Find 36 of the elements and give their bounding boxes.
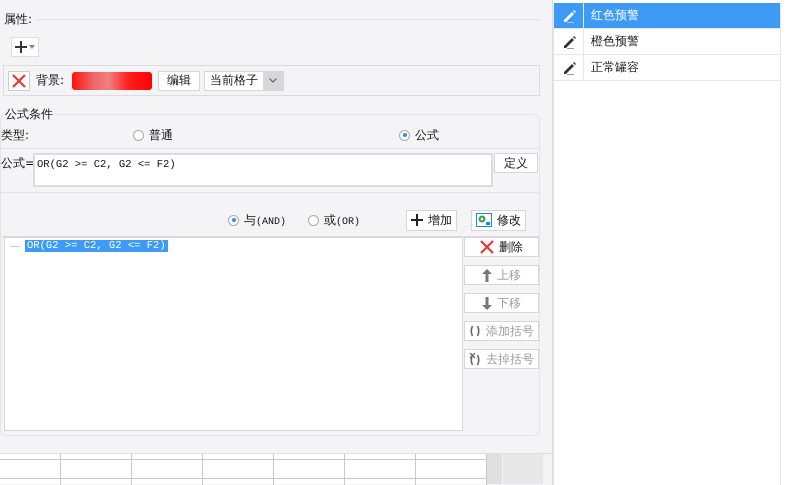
caret-icon — [29, 45, 35, 49]
background-label: 背景: — [36, 72, 64, 89]
chevron-icon — [269, 78, 278, 83]
radio-button[interactable] — [308, 214, 320, 226]
parentheses-icon — [469, 325, 481, 337]
pencil-icon — [562, 8, 576, 22]
modify-button[interactable]: 修改 — [471, 210, 526, 230]
type-label: 类型: — [1, 126, 30, 144]
arrow-down-icon — [482, 296, 492, 310]
radio-button[interactable] — [228, 214, 239, 226]
radio-button[interactable] — [133, 130, 144, 140]
alert-item[interactable]: 橙色预警 — [554, 29, 780, 55]
alert-item[interactable]: 正常罐容 — [554, 55, 780, 81]
plus-icon — [411, 214, 424, 226]
define-button[interactable]: 定义 — [494, 153, 538, 173]
formula-field[interactable]: OR(G2 >= C2, G2 <= F2) — [33, 153, 493, 187]
radio-button[interactable] — [399, 130, 410, 140]
close-icon — [12, 74, 26, 88]
delete-button[interactable]: 删除 — [464, 237, 539, 257]
edit-button[interactable]: 编辑 — [158, 70, 200, 90]
remove-button[interactable] — [8, 70, 30, 90]
radio-label: 公式 — [415, 126, 440, 144]
section-title: 属性: — [3, 10, 34, 28]
pencil-icon — [562, 60, 576, 74]
pencil-icon — [562, 34, 576, 48]
add-button[interactable]: 增加 — [406, 210, 458, 230]
arrow-up-icon — [482, 268, 492, 282]
gear-icon — [476, 213, 492, 227]
scope-dropdown[interactable]: 当前格子 — [204, 70, 284, 90]
plus-icon — [14, 40, 28, 54]
add-dropdown-button[interactable] — [11, 37, 39, 57]
color-swatch[interactable] — [72, 72, 152, 90]
parentheses-cross-icon — [469, 352, 481, 366]
group-title: 公式条件 — [3, 106, 55, 123]
close-icon — [480, 240, 494, 254]
radio-label: 普通 — [149, 126, 174, 144]
